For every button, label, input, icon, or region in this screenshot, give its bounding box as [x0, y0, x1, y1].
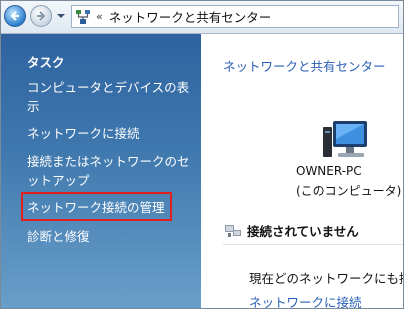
- computer-icon: [323, 121, 367, 157]
- back-arrow-icon: [10, 11, 19, 21]
- connect-network-link[interactable]: ネットワークに接続: [249, 292, 362, 308]
- sidebar-item-connect-network[interactable]: ネットワークに接続: [27, 124, 195, 143]
- forward-arrow-icon: [37, 11, 46, 21]
- main-panel: ネットワークと共有センター OWNER-PC (このコンピュータ) 接続されてい…: [201, 34, 404, 308]
- breadcrumb[interactable]: ネットワークと共有センター: [109, 7, 272, 26]
- network-status-row: 接続されていません: [223, 221, 359, 240]
- forward-button[interactable]: [30, 5, 52, 27]
- computer-name: OWNER-PC: [296, 164, 362, 178]
- dropdown-arrow-icon[interactable]: [56, 9, 66, 23]
- page-title: ネットワークと共有センター: [223, 59, 386, 74]
- sidebar-item-setup-connection[interactable]: 接続またはネットワークのセットアップ: [27, 152, 195, 190]
- back-button[interactable]: [4, 5, 26, 27]
- highlight-box: [21, 192, 172, 221]
- connection-status: 接続されていません: [247, 224, 359, 239]
- address-bar: « ネットワークと共有センター: [1, 1, 403, 34]
- sidebar-title: タスク: [27, 55, 65, 70]
- computer-subtitle: (このコンピュータ): [296, 184, 402, 198]
- address-path[interactable]: « ネットワークと共有センター: [71, 5, 399, 28]
- breadcrumb-chevron[interactable]: «: [96, 10, 103, 23]
- network-center-icon: [76, 9, 90, 24]
- status-description: 現在どのネットワークにも接: [249, 271, 404, 286]
- divider: [223, 244, 403, 245]
- window: « ネットワークと共有センター タスク コンピュータとデバイスの表示 ネットワー…: [0, 0, 404, 309]
- task-sidebar: タスク コンピュータとデバイスの表示 ネットワークに接続 接続またはネットワーク…: [1, 34, 201, 308]
- network-disconnected-icon: [225, 224, 241, 237]
- sidebar-item-view-computers[interactable]: コンピュータとデバイスの表示: [27, 78, 195, 116]
- sidebar-item-diagnose-repair[interactable]: 診断と修復: [27, 227, 195, 246]
